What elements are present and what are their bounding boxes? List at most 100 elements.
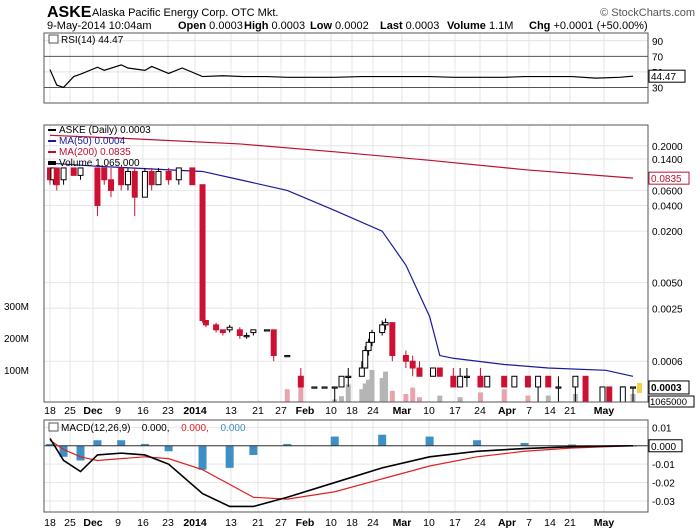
quote-row: Open 0.0003 High 0.0003 Low 0.0002 Last 0.0… xyxy=(178,20,648,32)
candle-body xyxy=(213,324,220,331)
macd-current-label: 0.000 xyxy=(651,442,676,453)
candle-body xyxy=(189,167,196,186)
price-tick-label: 0.0400 xyxy=(652,201,683,212)
candle-body xyxy=(263,329,270,332)
x-axis-label: 16 xyxy=(137,517,149,529)
x-axis-label: 10 xyxy=(325,517,337,529)
quote-volume: Volume 1.1M xyxy=(447,20,513,32)
candle-body xyxy=(165,170,172,181)
candle-body xyxy=(53,167,60,186)
candle-body xyxy=(199,184,206,321)
x-axis-label: 7 xyxy=(526,517,532,529)
candle-body xyxy=(572,375,579,388)
quote-open: Open 0.0003 xyxy=(178,20,243,32)
candle-body xyxy=(369,332,376,343)
macd-histogram-bar xyxy=(93,440,102,446)
x-axis-label: 24 xyxy=(474,405,486,417)
volume-bar xyxy=(339,396,344,402)
quote-value: +0.0001 (+50.00%) xyxy=(550,20,647,32)
x-axis-label: 14 xyxy=(544,405,556,417)
company-name: Alaska Pacific Energy Corp. OTC Mkt. xyxy=(92,7,278,19)
rsi-tick-label: 90 xyxy=(652,37,664,48)
x-axis-label: 2014 xyxy=(183,405,207,417)
candle-body xyxy=(131,170,138,198)
macd-tick-label: -0.02 xyxy=(652,479,675,490)
candle-body xyxy=(484,375,491,388)
volume-tick-label: 200M xyxy=(4,334,29,345)
quote-value: 0.0003 xyxy=(268,20,305,32)
candle-body xyxy=(555,386,562,389)
candle-body xyxy=(358,367,365,377)
x-axis-label: 23 xyxy=(162,405,174,417)
candle-body xyxy=(243,335,250,338)
x-axis-label: Apr xyxy=(498,405,516,417)
candle-body xyxy=(77,167,84,176)
x-axis-label: 17 xyxy=(449,517,461,529)
macd-tick-label: -0.01 xyxy=(652,460,675,471)
quote-chg: Chg +0.0001 (+50.00%) xyxy=(529,20,648,32)
candle-body xyxy=(226,326,233,331)
legend-toggle-icon xyxy=(48,34,59,44)
candle-body xyxy=(362,350,369,369)
ma200-current-label: 0.0835 xyxy=(651,174,682,185)
x-axis-label: 27 xyxy=(275,517,287,529)
quote-label: High xyxy=(244,20,269,32)
volume-bar xyxy=(545,395,551,402)
candle-body xyxy=(582,375,589,403)
volume-bar xyxy=(369,370,375,402)
volume-bar xyxy=(416,397,422,402)
x-axis-label: 18 xyxy=(346,405,358,417)
candle-body xyxy=(409,360,416,369)
x-axis-label: 7 xyxy=(526,405,532,417)
macd-tick-label: 0.01 xyxy=(652,423,672,434)
x-axis-label: 21 xyxy=(564,517,576,529)
x-axis-label: 10 xyxy=(325,405,337,417)
ticker-symbol: ASKE xyxy=(47,4,92,21)
rsi-legend: RSI(14) 44.47 xyxy=(61,35,124,46)
macd-histogram-bar xyxy=(117,440,126,446)
candle-body xyxy=(338,375,345,388)
candle-body xyxy=(450,375,457,388)
macd-histogram-bar xyxy=(225,445,234,468)
price-legend-entry: Volume 1,065,000 xyxy=(59,158,140,169)
macd-histogram-bar xyxy=(425,436,434,446)
quote-value: 1.1M xyxy=(486,20,514,32)
current-candle-marker xyxy=(637,382,642,393)
x-axis-label: 21 xyxy=(564,405,576,417)
macd-legend-entry: 0.000 xyxy=(221,423,246,434)
last-price-label: 0.0003 xyxy=(651,383,682,394)
volume-bar xyxy=(437,395,443,402)
candle-body xyxy=(524,375,531,388)
macd-histogram-bar xyxy=(330,436,339,446)
price-tick-label: 0.0200 xyxy=(652,227,683,238)
macd-legend-entry: 0.000, xyxy=(181,423,209,434)
volume-bar xyxy=(383,371,389,402)
x-axis-label: 27 xyxy=(275,405,287,417)
candle-body xyxy=(630,386,636,389)
candle-body xyxy=(108,179,115,191)
x-axis-label: 10 xyxy=(423,517,435,529)
candle-body xyxy=(124,170,131,186)
x-axis-label: 16 xyxy=(137,405,149,417)
x-axis-label: Mar xyxy=(393,405,412,417)
candle-body xyxy=(94,167,101,206)
macd-histogram-bar xyxy=(249,445,258,455)
candle-body xyxy=(270,329,277,357)
x-axis-label: Dec xyxy=(83,517,102,529)
x-axis-label: 23 xyxy=(162,517,174,529)
macd-legend-entry: 0.000, xyxy=(142,423,170,434)
volume-tick-label: 300M xyxy=(4,302,29,313)
price-tick-label: 0.2000 xyxy=(652,142,683,153)
candle-body xyxy=(619,386,626,403)
macd-histogram-bar xyxy=(378,434,387,446)
candle-body xyxy=(389,322,396,357)
x-axis-label: 2014 xyxy=(183,517,207,529)
candle-body xyxy=(236,329,243,337)
macd-histogram-bar xyxy=(164,445,173,452)
quote-label: Low xyxy=(310,20,332,32)
quote-label: Last xyxy=(380,20,403,32)
volume-bar xyxy=(525,395,531,402)
candle-body xyxy=(511,375,518,388)
candle-body xyxy=(311,386,318,389)
quote-datetime: 9-May-2014 10:04am xyxy=(47,20,152,32)
